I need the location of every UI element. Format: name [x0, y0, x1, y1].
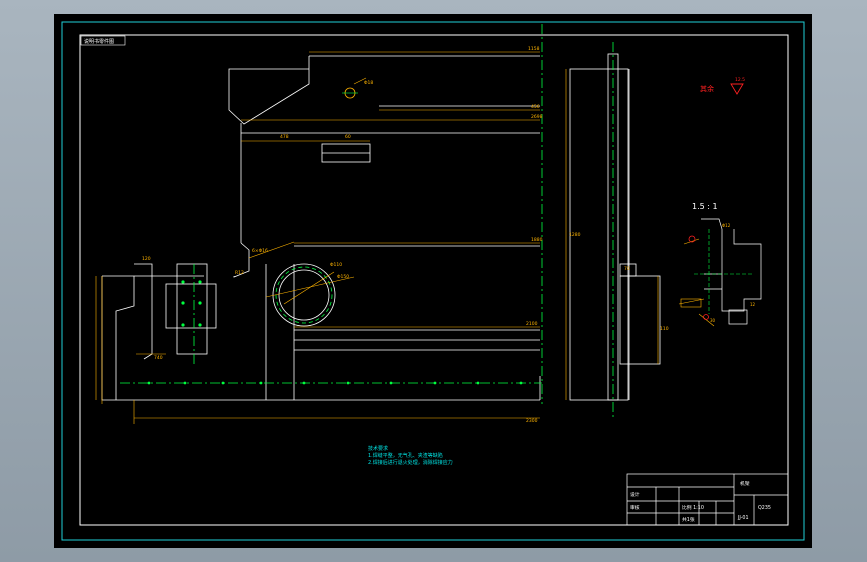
- corner-label: 说明书零件图: [84, 38, 114, 45]
- dim-lower-width: 2100: [526, 321, 538, 327]
- dim-side-height: 1280: [569, 232, 581, 238]
- title-scale: 比例 1:10: [682, 504, 704, 511]
- dim-bolt-circle: Φ150: [337, 274, 349, 280]
- technical-notes: 技术要求 1.焊缝平整，无气孔、夹渣等缺陷 2.焊接后进行退火处理，消除焊接应力: [368, 445, 453, 466]
- left-column-inner: [115, 276, 135, 400]
- detail-labels: Φ12 30 12: [710, 223, 756, 323]
- title-checker: 审核: [630, 504, 640, 511]
- inner-border: [79, 34, 789, 526]
- roughness-value: 12.5: [735, 77, 745, 83]
- dim-slot-width: 478: [280, 134, 289, 140]
- title-material: Q235: [758, 505, 771, 511]
- dim-offset-a: 456: [531, 104, 540, 110]
- title-designer: 设计: [630, 491, 640, 498]
- rib-plate: [176, 263, 208, 355]
- title-sheet: 共1张: [682, 516, 695, 523]
- dim-rib-height: 120: [142, 256, 151, 262]
- dim-pcd-note: 6×Φ16: [252, 248, 268, 254]
- roughness-symbol-icon: [730, 83, 744, 95]
- bore-outer: [272, 263, 336, 327]
- bolt-circle: [275, 266, 333, 324]
- dim-bore-dia: Φ110: [330, 262, 342, 268]
- dim-top-width: 1158: [528, 46, 540, 52]
- rib-block: [165, 283, 217, 329]
- side-view-bracket: [619, 275, 661, 365]
- dim-mid-width: 1880: [531, 237, 543, 243]
- notes-heading: 技术要求: [368, 445, 388, 452]
- title-part-name: 机架: [740, 480, 750, 487]
- dim-total-width: 2698: [531, 114, 543, 120]
- cad-viewport: 说明书零件图 1158 456 2698 478 60 Φ18 1880 210…: [0, 0, 867, 562]
- dim-chamfer: R12: [235, 270, 244, 276]
- left-column-rib: [143, 276, 153, 360]
- dim-side-d: 70: [624, 266, 630, 272]
- dim-hole-dia: Φ18: [364, 80, 373, 86]
- bore-inner: [278, 269, 330, 321]
- title-block-text: 机架 Q235 JJ-01 设计 审核 比例 1:10 共1张: [630, 480, 771, 523]
- dim-rib-spacing: 740: [154, 355, 163, 361]
- detail-centerline: [694, 229, 754, 314]
- remainder-label: 其余: [700, 84, 714, 93]
- title-block-frame: [626, 473, 789, 526]
- notes-line-2: 2.焊接后进行退火处理，消除焊接应力: [368, 459, 453, 466]
- drawing-canvas[interactable]: 说明书零件图 1158 456 2698 478 60 Φ18 1880 210…: [54, 14, 812, 548]
- top-plate-outline: [228, 56, 310, 125]
- detail-dim-a: Φ12: [722, 223, 731, 228]
- title-drawing-no: JJ-01: [737, 515, 749, 521]
- base-outline: [101, 276, 540, 401]
- detail-view: [701, 218, 762, 325]
- dim-side-w: 110: [660, 326, 669, 332]
- notes-line-1: 1.焊缝平整，无气孔、夹渣等缺陷: [368, 452, 443, 459]
- drawing-sheet[interactable]: 说明书零件图 1158 456 2698 478 60 Φ18 1880 210…: [54, 14, 812, 548]
- front-view: [101, 53, 661, 401]
- detail-dim-b: 30: [710, 318, 716, 323]
- left-column-cap: [134, 263, 153, 276]
- dim-overall-width: 2300: [526, 418, 538, 424]
- detail-marker-2-icon: [703, 314, 709, 320]
- detail-dims: [678, 238, 715, 327]
- dimension-lines: [95, 51, 659, 424]
- dim-slot-height: 60: [345, 134, 351, 140]
- detail-dim-c: 12: [750, 302, 756, 307]
- detail-scale-label: 1.5 : 1: [692, 202, 718, 211]
- dimension-labels: 1158 456 2698 478 60 Φ18 1880 2100 2300 …: [142, 46, 669, 424]
